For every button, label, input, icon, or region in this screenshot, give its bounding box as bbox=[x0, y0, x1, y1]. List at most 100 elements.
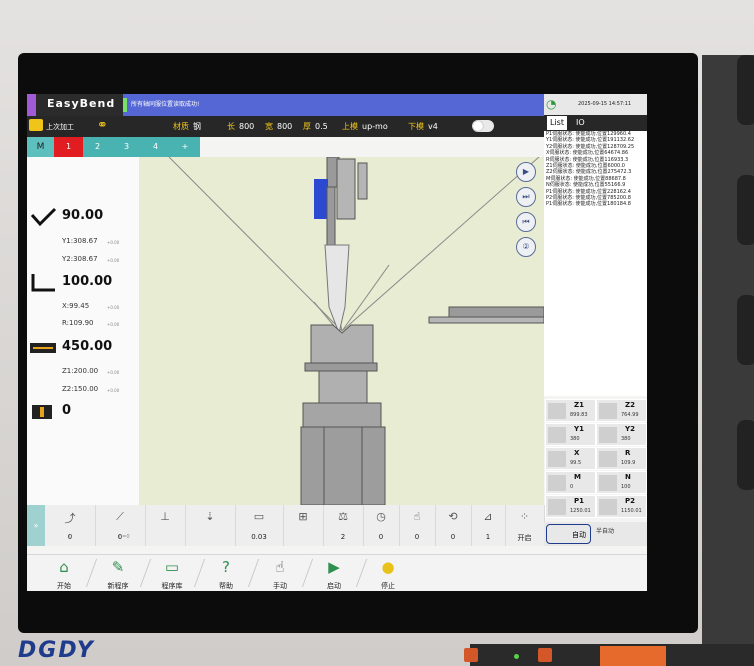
axis-value: 1250.01 bbox=[570, 508, 591, 514]
tab-3[interactable]: 3 bbox=[112, 137, 141, 157]
axis-name: P1 bbox=[574, 497, 585, 505]
axis-icon bbox=[548, 403, 566, 419]
axis-button-r[interactable]: R 109.9 bbox=[596, 447, 647, 470]
hardware-knob[interactable] bbox=[737, 55, 754, 125]
tool-icon: ⊥ bbox=[160, 510, 170, 523]
axis-value: 0 bbox=[570, 484, 574, 490]
axis-button-y1[interactable]: Y1 380 bbox=[545, 423, 596, 446]
y2-delta: +0.00 bbox=[107, 258, 120, 263]
step-tabs: M 1 2 3 4 + bbox=[27, 137, 200, 157]
tab-add[interactable]: + bbox=[170, 137, 200, 157]
hardware-button[interactable] bbox=[538, 648, 552, 662]
axis-button-p2[interactable]: P2 1150.01 bbox=[596, 495, 647, 518]
angle-value[interactable]: 90.00 bbox=[62, 208, 103, 223]
tab-1[interactable]: 1 bbox=[54, 137, 83, 157]
z1-delta: +0.00 bbox=[107, 370, 120, 375]
program-library-icon: ▭ bbox=[164, 558, 180, 576]
nav-run[interactable]: ▶ 启动 bbox=[307, 555, 361, 591]
message-bar: 所有轴同服位置读取成功! bbox=[123, 94, 544, 116]
x-value: X:99.45 bbox=[62, 302, 90, 310]
tab-m[interactable]: M bbox=[27, 137, 54, 157]
axis-button-m[interactable]: M0 bbox=[545, 471, 596, 494]
r-value: R:109.90 bbox=[62, 319, 94, 327]
tool-10[interactable]: ⊿ 1 bbox=[471, 505, 506, 546]
tool-5[interactable]: ⊞ bbox=[283, 505, 324, 546]
tool-8[interactable]: ☝ 0 bbox=[399, 505, 436, 546]
z2-value: Z2:150.00 bbox=[62, 385, 99, 393]
brand-logo: DGDY bbox=[18, 638, 95, 663]
material-value: 钢 bbox=[193, 122, 201, 131]
axis-button-y2[interactable]: Y2 380 bbox=[596, 423, 647, 446]
start-icon: ⌂ bbox=[59, 558, 69, 576]
play-icon[interactable]: ▶ bbox=[516, 162, 536, 182]
axis-button-z1[interactable]: Z1 899.83 bbox=[545, 399, 596, 422]
tool-0[interactable]: ⤴ 0 0 bbox=[45, 505, 96, 546]
y2-value: Y2:308.67 bbox=[62, 255, 98, 263]
tool-6[interactable]: ⚖ 2 bbox=[323, 505, 364, 546]
hardware-button[interactable] bbox=[464, 648, 478, 662]
axis-button-z2[interactable]: Z2 764.99 bbox=[596, 399, 647, 422]
lower-die-key: 下模 bbox=[408, 122, 424, 131]
axis-name: Y1 bbox=[574, 425, 584, 433]
axis-name: N bbox=[625, 473, 631, 481]
nav-help[interactable]: ? 帮助 bbox=[199, 555, 253, 591]
length-key: 长 bbox=[227, 122, 235, 131]
hardware-orange-button[interactable] bbox=[600, 646, 666, 666]
log-line: Y1伺服状态: 使能成功,位置191132.62 bbox=[546, 137, 635, 144]
step-back-icon[interactable]: ⏮ bbox=[516, 212, 536, 232]
z1-value: Z1:200.00 bbox=[62, 367, 99, 375]
nav-manual[interactable]: ☝ 手动 bbox=[253, 555, 307, 591]
tool-4[interactable]: ▭ 0.03 bbox=[235, 505, 284, 546]
axis-name: X bbox=[574, 449, 580, 457]
tool-value: 0 bbox=[378, 533, 384, 541]
menu-tab-icon[interactable] bbox=[27, 94, 36, 116]
tool-value: 0.03 bbox=[251, 533, 267, 541]
tool-2[interactable]: ⊥ bbox=[145, 505, 186, 546]
bend-simulation-view[interactable] bbox=[139, 156, 545, 506]
last-process-label[interactable]: 上次加工 bbox=[46, 122, 74, 132]
axis-button-n[interactable]: N 100 bbox=[596, 471, 647, 494]
view-mode-icon[interactable]: ② bbox=[516, 237, 536, 257]
length-readout[interactable]: 100.00 bbox=[62, 274, 112, 289]
nav-start[interactable]: ⌂ 开始 bbox=[37, 555, 91, 591]
tab-2[interactable]: 2 bbox=[83, 137, 112, 157]
nav-label: 开始 bbox=[57, 582, 71, 590]
auto-button[interactable]: 自动 bbox=[546, 524, 591, 544]
expand-arrow-icon[interactable]: » bbox=[27, 505, 45, 546]
semi-auto-button[interactable]: 半自动 bbox=[596, 526, 614, 535]
hardware-knob[interactable] bbox=[737, 295, 754, 365]
manual-icon: ☝ bbox=[275, 558, 285, 576]
tool-value: 1 bbox=[485, 533, 491, 541]
tool-subvalue: 0 bbox=[69, 534, 73, 540]
tool-value: 0 bbox=[414, 533, 420, 541]
tool-7[interactable]: ◷ 0 bbox=[363, 505, 400, 546]
tool-1[interactable]: ⟋ 0 n=0 bbox=[95, 505, 146, 546]
width-readout[interactable]: 450.00 bbox=[62, 339, 112, 354]
new-program-icon: ✎ bbox=[111, 558, 125, 576]
nav-stop[interactable]: ● 停止 bbox=[361, 555, 415, 591]
tab-4[interactable]: 4 bbox=[141, 137, 170, 157]
tool-strip: » ⤴ 0 0 ⟋ 0 n=0 ⊥ ⇣ ▭ 0.03 ⊞ ⚖ 2 ◷ 0 ☝ 0 ⟲ 0 ⊿ 1 ⁘ 开启 bbox=[27, 505, 545, 546]
tool-9[interactable]: ⟲ 0 bbox=[435, 505, 472, 546]
axis-button-x[interactable]: X 99.5 bbox=[545, 447, 596, 470]
tool-icon: ⟋ bbox=[116, 510, 124, 523]
tab-list[interactable]: List bbox=[547, 116, 567, 130]
folder-icon[interactable] bbox=[29, 119, 43, 131]
tool-11[interactable]: ⁘ 开启 bbox=[505, 505, 545, 546]
z2-delta: +0.00 bbox=[107, 388, 120, 393]
hardware-knob[interactable] bbox=[737, 420, 754, 490]
nav-program-library[interactable]: ▭ 程序库 bbox=[145, 555, 199, 591]
upper-die-key: 上模 bbox=[342, 122, 358, 131]
material-key: 材质 bbox=[173, 122, 189, 131]
mode-toggle[interactable] bbox=[472, 120, 494, 132]
tool-3[interactable]: ⇣ bbox=[185, 505, 236, 546]
link-add-icon[interactable]: ⚭ bbox=[97, 118, 108, 133]
step-forward-icon[interactable]: ⏭ bbox=[516, 187, 536, 207]
tab-io[interactable]: IO bbox=[576, 118, 585, 127]
log-list[interactable]: P1伺服状态: 使能成功,位置129960.4 Y1伺服状态: 使能成功,位置19… bbox=[544, 131, 647, 396]
upper-die-value: up-mo bbox=[362, 122, 388, 131]
axis-button-p1[interactable]: P1 1250.01 bbox=[545, 495, 596, 518]
nav-new-program[interactable]: ✎ 新程序 bbox=[91, 555, 145, 591]
hardware-knob[interactable] bbox=[737, 175, 754, 245]
press-brake-drawing bbox=[168, 156, 545, 506]
